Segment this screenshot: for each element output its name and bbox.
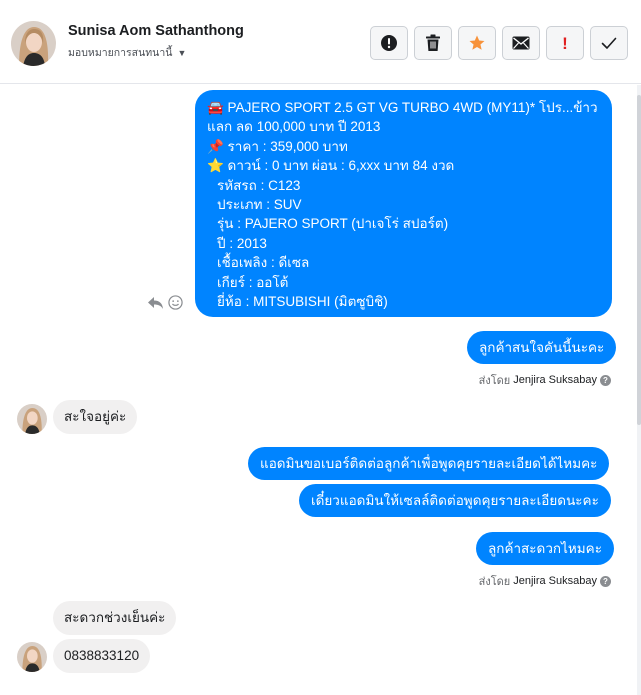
- assign-label: มอบหมายการสนทนานี้: [68, 47, 173, 59]
- mark-done-button[interactable]: [590, 26, 628, 60]
- envelope-icon: [512, 36, 530, 50]
- car-fuel-line: เชื้อเพลิง : ดีเซล: [217, 255, 310, 271]
- scrollbar-thumb[interactable]: [637, 95, 641, 425]
- contact-name: Sunisa Aom Sathanthong: [68, 23, 244, 39]
- sent-by-prefix: ส่งโดย: [478, 375, 511, 387]
- outgoing-message[interactable]: แอดมินขอเบอร์ติดต่อลูกค้าเพื่อพูดคุยรายล…: [248, 447, 610, 480]
- info-icon[interactable]: ?: [600, 575, 611, 587]
- sent-by-label: ส่งโดย Jenjira Suksabay ?: [479, 572, 611, 590]
- car-year-line: ปี : 2013: [217, 235, 267, 251]
- assign-conversation-dropdown[interactable]: มอบหมายการสนทนานี้ ▼: [68, 44, 186, 61]
- sent-by-prefix: ส่งโดย: [478, 576, 511, 588]
- contact-avatar-small: [17, 642, 47, 672]
- car-listing-message[interactable]: 🚘 PAJERO SPORT 2.5 GT VG TURBO 4WD (MY11…: [195, 90, 612, 317]
- exclamation-icon: !: [562, 33, 568, 53]
- car-gear-line: เกียร์ : ออโต้: [217, 274, 289, 290]
- react-emoji-icon[interactable]: [168, 295, 183, 310]
- trash-icon: [426, 34, 440, 51]
- outgoing-message[interactable]: ลูกค้าสะดวกไหมคะ: [476, 532, 614, 565]
- outgoing-message[interactable]: ลูกค้าสนใจคันนี้นะคะ: [467, 331, 617, 364]
- mail-button[interactable]: [502, 26, 540, 60]
- car-code-line: รหัสรถ : C123: [217, 177, 301, 193]
- car-title-line-2: แลก ลด 100,000 บาท ปี 2013: [207, 119, 381, 135]
- conversation-header: Sunisa Aom Sathanthong มอบหมายการสนทนานี…: [0, 0, 641, 84]
- sent-by-label: ส่งโดย Jenjira Suksabay ?: [479, 371, 611, 389]
- sent-by-agent: Jenjira Suksabay: [513, 374, 597, 386]
- incoming-message[interactable]: 0838833120: [53, 639, 151, 673]
- car-brand-line: ยี่ห้อ : MITSUBISHI (มิตซูบิชิ): [217, 293, 388, 309]
- star-icon: [469, 35, 485, 50]
- star-button[interactable]: [458, 26, 496, 60]
- message-actions: [147, 295, 183, 310]
- conversation-toolbar: !: [370, 26, 628, 60]
- delete-button[interactable]: [414, 26, 452, 60]
- car-type-line: ประเภท : SUV: [217, 196, 302, 212]
- contact-avatar-small: [17, 404, 47, 434]
- car-model-line: รุ่น : PAJERO SPORT (ปาเจโร่ สปอร์ต): [217, 216, 449, 232]
- message-thread[interactable]: 🚘 PAJERO SPORT 2.5 GT VG TURBO 4WD (MY11…: [0, 85, 641, 695]
- caret-down-icon: ▼: [177, 47, 187, 58]
- check-icon: [601, 37, 617, 49]
- alert-circle-icon: [381, 35, 397, 51]
- incoming-message[interactable]: สะใจอยู่ค่ะ: [53, 400, 138, 434]
- sent-by-agent: Jenjira Suksabay: [513, 575, 597, 587]
- reply-icon[interactable]: [147, 296, 164, 310]
- contact-avatar[interactable]: [11, 21, 56, 66]
- incoming-message[interactable]: สะดวกช่วงเย็นค่ะ: [53, 601, 177, 635]
- car-price-line: 📌 ราคา : 359,000 บาท: [207, 138, 348, 154]
- info-icon[interactable]: ?: [600, 374, 611, 386]
- mark-important-button[interactable]: !: [546, 26, 584, 60]
- car-title-line-1: 🚘 PAJERO SPORT 2.5 GT VG TURBO 4WD (MY11…: [207, 100, 598, 115]
- report-button[interactable]: [370, 26, 408, 60]
- outgoing-message[interactable]: เดี๋ยวแอดมินให้เซลล์ติดต่อพูดคุยรายละเอี…: [299, 484, 611, 517]
- car-down-payment-line: ⭐ ดาวน์ : 0 บาท ผ่อน : 6,xxx บาท 84 งวด: [207, 158, 455, 174]
